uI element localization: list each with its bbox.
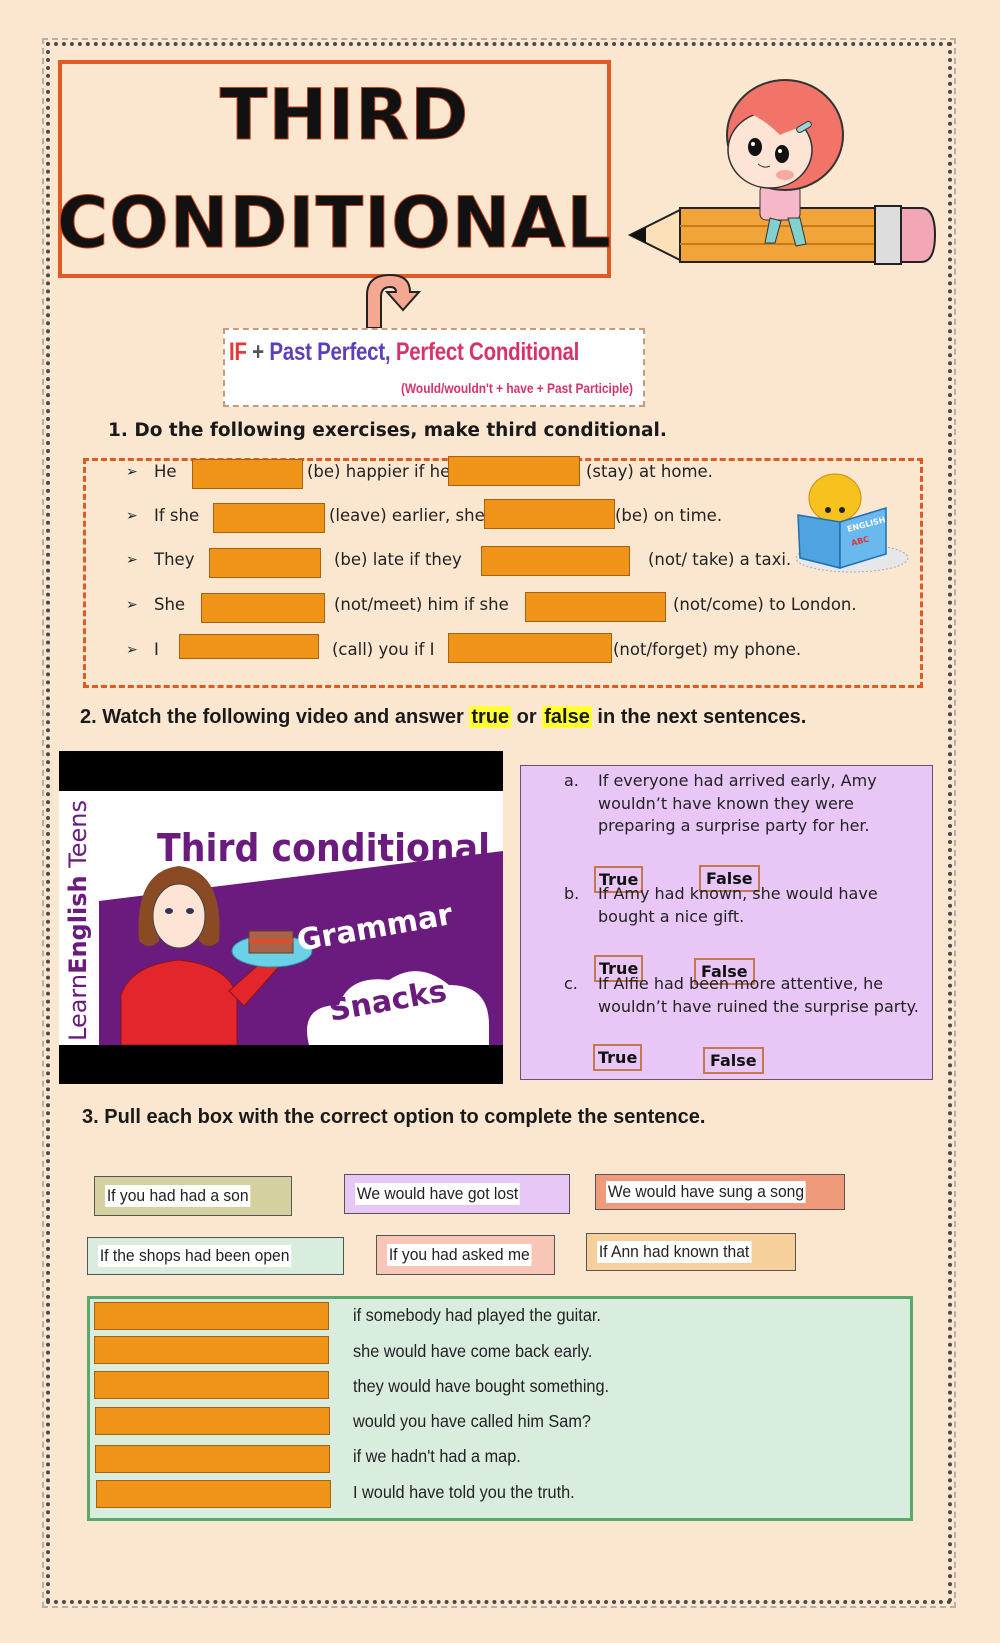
drop-target[interactable]: [94, 1371, 329, 1399]
false-button[interactable]: False: [703, 1047, 764, 1074]
row-end: (stay) at home.: [586, 462, 713, 481]
answer-blank[interactable]: [179, 634, 319, 659]
formula-plus: +: [246, 338, 270, 366]
row-subject: I: [154, 640, 159, 659]
sentence-ending: she would have come back early.: [353, 1341, 593, 1361]
sentence-ending: they would have bought something.: [353, 1376, 610, 1396]
exercise-row: ➢ They (be) late if they (not/ take) a t…: [126, 545, 906, 578]
highlight-true: true: [469, 706, 512, 728]
row-end: (not/ take) a taxi.: [648, 550, 792, 569]
answer-blank[interactable]: [484, 499, 615, 529]
logo-learn: Learn: [64, 974, 92, 1041]
option-label: If the shops had been open: [98, 1245, 292, 1267]
heading-text: in the next sentences.: [591, 706, 807, 728]
exercise-row: ➢ She (not/meet) him if she (not/come) t…: [126, 590, 906, 623]
answer-blank[interactable]: [192, 459, 303, 489]
question-text: If Amy had known, she would have bought …: [598, 884, 878, 926]
row-subject: They: [154, 550, 195, 569]
arrow-bullet-icon: ➢: [126, 642, 138, 658]
thumbnail-art: Third conditional LearnEnglish Teens Gra…: [64, 800, 503, 1045]
row-end: (be) on time.: [615, 506, 723, 525]
drop-target[interactable]: [94, 1302, 329, 1330]
video-thumbnail[interactable]: Third conditional LearnEnglish Teens Gra…: [59, 791, 503, 1045]
row-middle: (call) you if I: [332, 640, 435, 659]
answer-blank[interactable]: [213, 503, 325, 533]
drag-option[interactable]: If you had had a son: [94, 1176, 292, 1216]
drag-option[interactable]: If the shops had been open: [87, 1237, 344, 1275]
exercise-row: ➢ If she (leave) earlier, she (be) on ti…: [126, 499, 906, 533]
svg-text:LearnEnglish Teens: LearnEnglish Teens: [64, 800, 92, 1041]
option-label: If Ann had known that: [597, 1241, 752, 1263]
sentence-ending: I would have told you the truth.: [353, 1482, 575, 1502]
drop-target[interactable]: [96, 1480, 331, 1508]
answer-blank[interactable]: [448, 633, 612, 663]
page-title: THIRD CONDITIONAL: [56, 60, 613, 278]
match-sentences-box: if somebody had played the guitar. she w…: [87, 1296, 913, 1521]
formula-past-perfect: Past Perfect,: [269, 338, 391, 366]
drop-target[interactable]: [95, 1407, 330, 1435]
drag-option[interactable]: We would have sung a song: [595, 1174, 845, 1210]
true-false-box: a. If everyone had arrived early, Amy wo…: [520, 765, 933, 1080]
sentence-ending: if somebody had played the guitar.: [353, 1305, 601, 1325]
title-line-1: THIRD: [219, 74, 470, 157]
video-player[interactable]: Third conditional LearnEnglish Teens Gra…: [59, 751, 503, 1084]
row-middle: (be) happier if he: [307, 462, 451, 481]
section-1-heading: 1. Do the following exercises, make thir…: [108, 420, 667, 441]
exercise-row: ➢ He (be) happier if he (stay) at home.: [126, 456, 906, 489]
section-3-heading: 3. Pull each box with the correct option…: [82, 1106, 706, 1128]
formula-if: IF: [229, 338, 247, 366]
row-subject: She: [154, 595, 186, 614]
answer-blank[interactable]: [209, 548, 321, 578]
option-label: If you had had a son: [105, 1185, 251, 1207]
logo-english: English: [64, 875, 92, 973]
option-label: If you had asked me: [387, 1244, 532, 1266]
heading-text: or: [511, 706, 543, 728]
row-end: (not/forget) my phone.: [613, 640, 802, 659]
girl-on-pencil-illustration: [627, 79, 937, 265]
section-2-heading: 2. Watch the following video and answer …: [80, 706, 806, 729]
drag-option[interactable]: We would have got lost: [344, 1174, 570, 1214]
exercise-row: ➢ I (call) you if I (not/forget) my phon…: [126, 633, 906, 665]
question-text: If everyone had arrived early, Amy would…: [598, 771, 877, 835]
arrow-bullet-icon: ➢: [126, 552, 138, 568]
option-label: We would have got lost: [355, 1183, 521, 1205]
answer-blank[interactable]: [201, 593, 325, 623]
title-line-2: CONDITIONAL: [56, 182, 613, 265]
video-title: Third conditional: [157, 826, 490, 870]
answer-blank[interactable]: [525, 592, 666, 622]
row-middle: (not/meet) him if she: [334, 595, 509, 614]
sentence-ending: would you have called him Sam?: [353, 1411, 591, 1431]
heading-text: 2. Watch the following video and answer: [80, 706, 470, 728]
answer-blank[interactable]: [481, 546, 630, 576]
formula-text: IF + Past Perfect, Perfect Conditional: [229, 338, 579, 367]
formula-perfect-conditional: Perfect Conditional: [390, 338, 580, 366]
row-middle: (leave) earlier, she: [329, 506, 485, 525]
answer-blank[interactable]: [448, 456, 580, 486]
question-text: If Alfie had been more attentive, he wou…: [598, 974, 919, 1016]
formula-box: IF + Past Perfect, Perfect Conditional (…: [223, 328, 645, 407]
question-letter: c.: [564, 974, 578, 993]
drop-target[interactable]: [95, 1445, 330, 1473]
arrow-bullet-icon: ➢: [126, 464, 138, 480]
curved-arrow-icon: [366, 273, 422, 329]
true-button[interactable]: True: [593, 1044, 643, 1071]
question-letter: a.: [564, 771, 579, 790]
row-subject: If she: [154, 506, 200, 525]
learnenglish-teens-logo: LearnEnglish Teens: [64, 800, 92, 1041]
row-middle: (be) late if they: [334, 550, 462, 569]
reading-boy-illustration: ENGLISH ABC: [795, 473, 909, 573]
drop-target[interactable]: [94, 1336, 329, 1364]
formula-subtitle: (Would/wouldn't + have + Past Participle…: [400, 380, 633, 396]
drag-option[interactable]: If you had asked me: [376, 1235, 555, 1275]
question-letter: b.: [564, 884, 580, 903]
row-subject: He: [154, 462, 177, 481]
logo-teens: Teens: [64, 800, 92, 875]
drag-option[interactable]: If Ann had known that: [586, 1233, 796, 1271]
option-label: We would have sung a song: [606, 1181, 806, 1203]
arrow-bullet-icon: ➢: [126, 597, 138, 613]
arrow-bullet-icon: ➢: [126, 508, 138, 524]
row-end: (not/come) to London.: [673, 595, 857, 614]
highlight-false: false: [542, 706, 592, 728]
sentence-ending: if we hadn't had a map.: [353, 1446, 521, 1466]
